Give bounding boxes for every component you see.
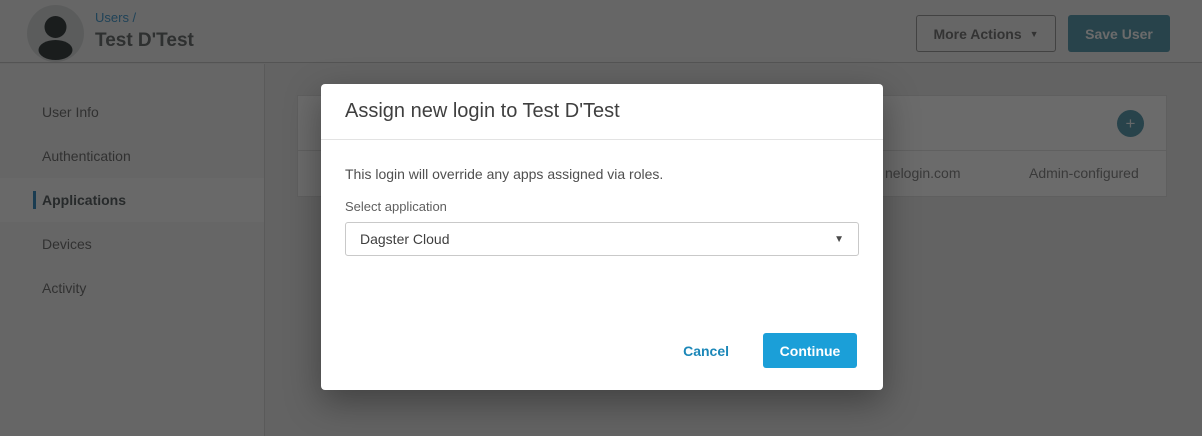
select-application-label: Select application bbox=[345, 199, 447, 214]
modal-header: Assign new login to Test D'Test bbox=[321, 84, 883, 140]
modal-footer: Cancel Continue bbox=[321, 333, 883, 368]
modal-description-text: This login will override any apps assign… bbox=[345, 166, 664, 182]
application-select-value: Dagster Cloud bbox=[360, 231, 450, 247]
modal-body: This login will override any apps assign… bbox=[321, 140, 883, 256]
modal-title: Assign new login to Test D'Test bbox=[345, 100, 620, 122]
chevron-down-icon: ▼ bbox=[834, 233, 844, 245]
assign-login-modal: Assign new login to Test D'Test This log… bbox=[321, 84, 883, 390]
continue-button[interactable]: Continue bbox=[763, 333, 857, 368]
application-select[interactable]: Dagster Cloud ▼ bbox=[345, 222, 859, 256]
cancel-button[interactable]: Cancel bbox=[683, 343, 729, 359]
